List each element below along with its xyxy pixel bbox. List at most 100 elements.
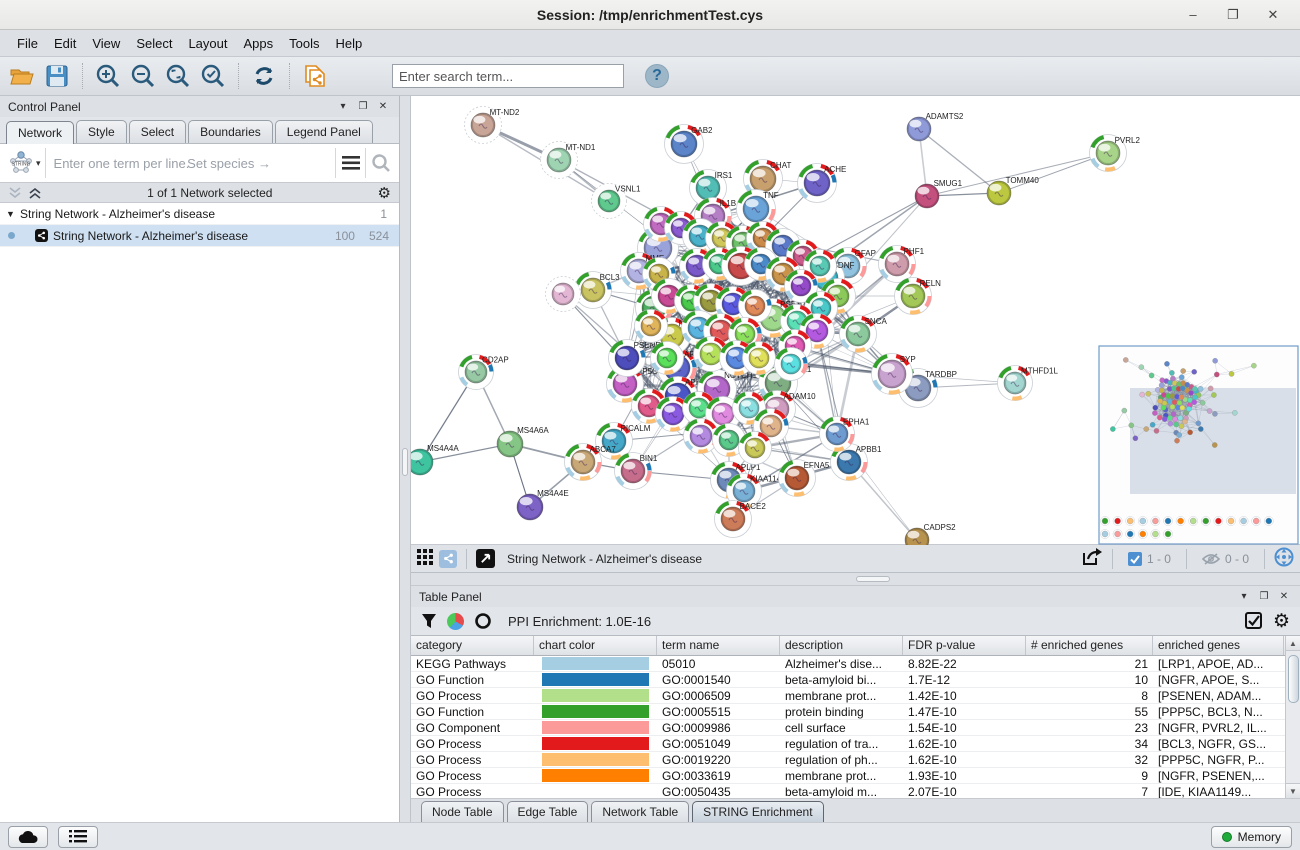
table-row[interactable]: GO ProcessGO:0006509membrane prot...1.42… [411, 688, 1285, 704]
menu-layout[interactable]: Layout [181, 33, 234, 54]
network-node-bin1[interactable]: BIN1 [615, 453, 658, 490]
filter-icon[interactable] [421, 613, 437, 629]
table-row[interactable]: GO ComponentGO:0009986cell surface1.54E-… [411, 720, 1285, 736]
column-header-description[interactable]: description [780, 636, 903, 655]
column-header-chart-color[interactable]: chart color [534, 636, 657, 655]
menu-file[interactable]: File [10, 33, 45, 54]
hidden-items-eye-icon[interactable] [1202, 552, 1220, 566]
column-header-term-name[interactable]: term name [657, 636, 780, 655]
close-button[interactable]: ✕ [1256, 4, 1290, 26]
tab-boundaries[interactable]: Boundaries [188, 120, 273, 143]
task-history-button[interactable] [58, 826, 98, 848]
network-node-phf1[interactable]: PHF1 [879, 246, 925, 283]
column-header-fdr-p-value[interactable]: FDR p-value [903, 636, 1026, 655]
network-node-cadps2[interactable]: CADPS2 [905, 523, 956, 545]
gear-icon[interactable]: ⚙ [378, 184, 391, 202]
tab-network[interactable]: Network [6, 121, 74, 144]
menu-tools[interactable]: Tools [282, 33, 326, 54]
network-node-gab2[interactable]: GAB2 [665, 125, 714, 164]
panel-menu-icon[interactable]: ▾ [1236, 590, 1252, 604]
search-input[interactable] [392, 64, 624, 88]
zoom-in-icon[interactable] [94, 62, 122, 90]
import-network-icon[interactable] [301, 62, 329, 90]
network-node-adamts2[interactable]: ADAMTS2 [907, 112, 964, 141]
open-file-icon[interactable] [8, 62, 36, 90]
table-row[interactable]: GO ProcessGO:0051049regulation of tra...… [411, 736, 1285, 752]
network-node-cd2ap[interactable]: CD2AP [459, 355, 509, 390]
grid-view-icon[interactable] [417, 549, 433, 568]
table-row[interactable]: KEGG Pathways05010Alzheimer's dise...8.8… [411, 656, 1285, 672]
column-header-category[interactable]: category [411, 636, 534, 655]
tab-select[interactable]: Select [129, 120, 186, 143]
column-header--enriched-genes[interactable]: # enriched genes [1026, 636, 1153, 655]
refresh-layout-icon[interactable] [250, 62, 278, 90]
detach-view-icon[interactable] [476, 549, 495, 568]
float-panel-icon[interactable]: ❐ [355, 100, 371, 114]
tree-expand-icon[interactable]: ▼ [6, 209, 20, 219]
table-row[interactable]: GO ProcessGO:0050435beta-amyloid m...2.0… [411, 784, 1285, 798]
search-icon[interactable] [365, 148, 395, 178]
network-collection-row[interactable]: ▼ String Network - Alzheimer's disease 1 [0, 203, 399, 225]
menu-view[interactable]: View [85, 33, 127, 54]
tab-node-table[interactable]: Node Table [421, 801, 504, 822]
network-node-abca7[interactable]: ABCA7 [565, 444, 617, 481]
horizontal-splitter[interactable] [411, 573, 1300, 586]
table-row[interactable]: GO FunctionGO:0005515protein binding1.47… [411, 704, 1285, 720]
network-node-smug1[interactable]: SMUG1 [915, 179, 963, 208]
selected-items-checkbox-icon[interactable] [1128, 552, 1142, 566]
close-panel-icon[interactable]: ✕ [375, 100, 391, 114]
panel-splitter[interactable] [400, 96, 411, 822]
query-options-icon[interactable] [335, 148, 365, 178]
table-scrollbar[interactable]: ▲ ▼ [1285, 636, 1300, 798]
zoom-out-icon[interactable] [129, 62, 157, 90]
network-node[interactable] [739, 432, 772, 465]
zoom-selected-icon[interactable] [199, 62, 227, 90]
collapse-all-icon[interactable] [8, 187, 22, 199]
tab-style[interactable]: Style [76, 120, 127, 143]
tab-string-enrichment[interactable]: STRING Enrichment [692, 801, 823, 822]
zoom-fit-icon[interactable] [164, 62, 192, 90]
scroll-up-icon[interactable]: ▲ [1286, 636, 1300, 651]
settings-gear-icon[interactable]: ⚙ [1273, 610, 1290, 633]
menu-edit[interactable]: Edit [47, 33, 83, 54]
splitter-collapse-handle[interactable] [402, 448, 408, 476]
tab-network-table[interactable]: Network Table [591, 801, 689, 822]
menu-apps[interactable]: Apps [237, 33, 281, 54]
network-node-mthfd1l[interactable]: MTHFD1L [998, 366, 1059, 401]
expand-all-icon[interactable] [28, 187, 42, 199]
table-row[interactable]: GO ProcessGO:0033619membrane prot...1.93… [411, 768, 1285, 784]
network-node-bace2[interactable]: BACE2 [715, 501, 767, 538]
menu-help[interactable]: Help [329, 33, 370, 54]
cloud-tasks-button[interactable] [8, 826, 48, 848]
close-panel-icon[interactable]: ✕ [1276, 590, 1292, 604]
network-node-ache[interactable]: ACHE [798, 164, 847, 203]
network-node-pvrl2[interactable]: PVRL2 [1090, 135, 1141, 172]
table-row[interactable]: GO FunctionGO:0001540beta-amyloid bi...1… [411, 672, 1285, 688]
scroll-down-icon[interactable]: ▼ [1286, 783, 1300, 798]
network-node-ms4a4e[interactable]: MS4A4E [517, 489, 569, 520]
tab-edge-table[interactable]: Edge Table [507, 801, 589, 822]
save-icon[interactable] [43, 62, 71, 90]
table-row[interactable]: GO ProcessGO:0019220regulation of ph...1… [411, 752, 1285, 768]
network-node[interactable] [743, 342, 776, 375]
splitter-handle[interactable] [856, 576, 890, 582]
string-share-icon[interactable] [439, 550, 457, 568]
network-node-snca[interactable]: SNCA [840, 316, 888, 353]
network-node-bcl3[interactable]: BCL3 [575, 272, 621, 309]
network-node[interactable] [546, 277, 581, 312]
tab-legend-panel[interactable]: Legend Panel [275, 120, 373, 143]
scrollbar-thumb[interactable] [1288, 655, 1299, 703]
network-node[interactable] [775, 348, 808, 381]
help-icon[interactable]: ? [645, 64, 669, 88]
minimize-button[interactable]: – [1176, 4, 1210, 26]
network-node[interactable] [651, 342, 684, 375]
menu-select[interactable]: Select [129, 33, 179, 54]
pie-chart-icon[interactable] [447, 613, 464, 630]
string-logo-icon[interactable]: STRING ▾ [4, 148, 46, 178]
set-species-hint[interactable]: Set species → [187, 156, 271, 171]
network-node-reln[interactable]: RELN [895, 278, 942, 315]
export-network-icon[interactable] [1081, 547, 1103, 570]
network-row[interactable]: String Network - Alzheimer's disease 100… [0, 225, 399, 247]
float-panel-icon[interactable]: ❐ [1256, 590, 1272, 604]
birdseye-overview[interactable] [1099, 346, 1298, 544]
